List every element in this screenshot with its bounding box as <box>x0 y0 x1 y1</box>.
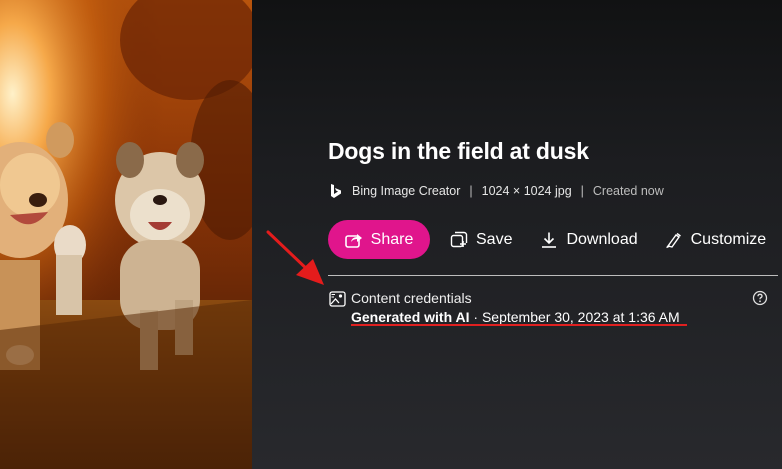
annotation-underline <box>351 324 687 326</box>
dogs-photo <box>0 0 252 469</box>
download-icon <box>542 232 557 248</box>
content-credentials-icon <box>329 291 346 307</box>
content-credentials-label: Content credentials <box>351 290 472 306</box>
save-label: Save <box>476 230 513 248</box>
generated-info: Generated with AI · September 30, 2023 a… <box>351 309 680 325</box>
meta-separator: | <box>469 184 473 198</box>
generated-image[interactable] <box>0 0 252 469</box>
share-label: Share <box>370 230 414 248</box>
save-collection-icon <box>450 231 468 247</box>
section-divider <box>328 275 778 276</box>
save-button[interactable]: Save <box>450 231 512 249</box>
annotation-arrow-icon <box>266 230 324 285</box>
generated-with-ai-label: Generated with AI <box>351 309 470 325</box>
generated-date: · September 30, 2023 at 1:36 AM <box>469 309 680 325</box>
source-label[interactable]: Bing Image Creator <box>352 184 460 198</box>
image-meta: Bing Image Creator | 1024 × 1024 jpg | C… <box>328 184 664 198</box>
image-title: Dogs in the field at dusk <box>328 138 589 164</box>
help-icon[interactable] <box>752 290 768 306</box>
meta-separator: | <box>580 184 584 198</box>
customize-button[interactable]: Customize <box>665 230 767 249</box>
download-label: Download <box>566 230 638 248</box>
action-bar: Share Save Download Customize <box>328 220 766 259</box>
customize-label: Customize <box>690 230 767 248</box>
download-button[interactable]: Download <box>540 230 638 249</box>
share-button[interactable]: Share <box>328 220 430 259</box>
customize-brush-icon <box>665 232 681 248</box>
bing-logo-icon <box>331 184 341 198</box>
dimensions-label: 1024 × 1024 jpg <box>481 184 572 198</box>
created-label: Created now <box>592 184 664 198</box>
share-icon <box>344 233 362 248</box>
